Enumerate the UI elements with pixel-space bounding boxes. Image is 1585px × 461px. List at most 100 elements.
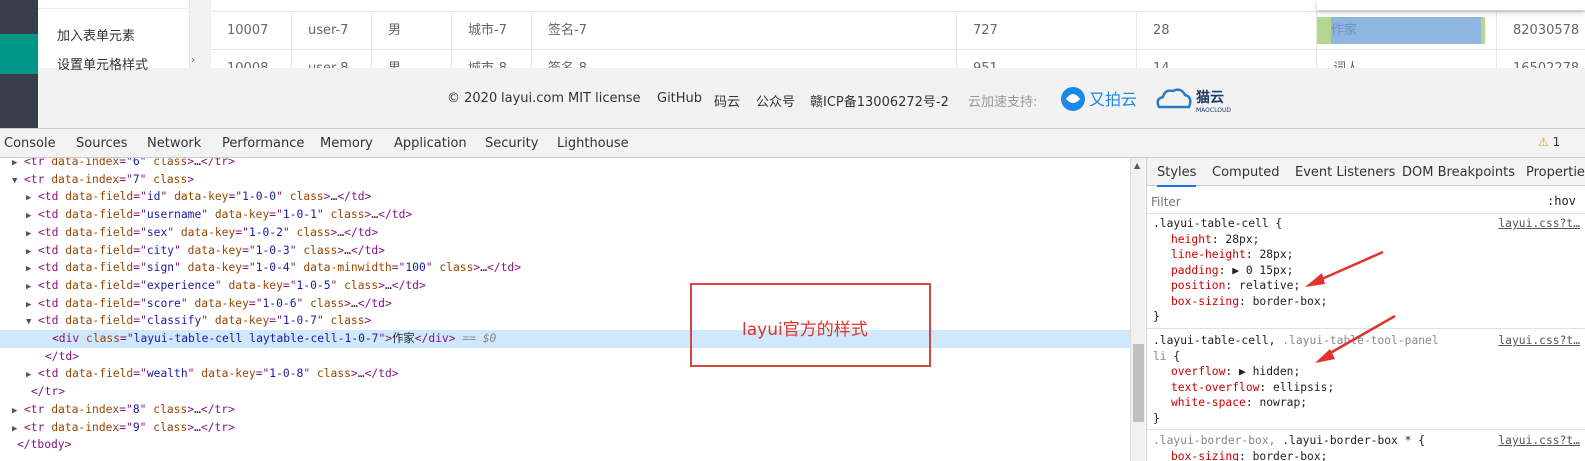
token-val: classify <box>146 314 202 328</box>
tab-security[interactable]: Security <box>485 136 538 151</box>
token-tag: " <box>201 208 215 222</box>
token-attr: data-field <box>65 243 134 257</box>
dom-node[interactable]: ▶ <td data-field="city" data-key="1-0-3" … <box>0 242 1130 260</box>
cell-experience: 727 <box>956 12 1136 50</box>
token-attr: data-key <box>201 367 256 381</box>
footer-github-link[interactable]: GitHub <box>657 91 702 106</box>
dom-node[interactable]: ▶ <td data-field="sign" data-key="1-0-4" … <box>0 259 1130 277</box>
highlighted-cell-text: 作家 <box>1331 23 1358 38</box>
token-attr: class <box>344 278 379 292</box>
token-tag: <div <box>52 332 87 345</box>
maocloud-logo[interactable]: 猫云 MAOCLOUD <box>1155 85 1245 115</box>
footer-gitee-link[interactable]: 码云 <box>714 91 740 110</box>
token-tag: > <box>323 190 331 204</box>
token-val: 1-0-3 <box>255 243 290 257</box>
dom-node[interactable]: ▶ <td data-field="username" data-key="1-0… <box>0 206 1130 224</box>
nav-item-add-form[interactable]: 加入表单元素 <box>57 25 135 44</box>
tab-performance[interactable]: Performance <box>222 136 304 151</box>
token-tag: > <box>378 278 385 292</box>
token-tag: " <box>139 158 154 168</box>
dom-node[interactable]: </tbody> <box>0 436 1130 454</box>
nav-item-cell-style[interactable]: 设置单元格样式 <box>57 54 148 73</box>
token-tag: <td <box>38 296 66 310</box>
tab-memory[interactable]: Memory <box>320 136 373 151</box>
dom-node[interactable]: ▶ <td data-field="experience" data-key="1… <box>0 277 1130 295</box>
table-row[interactable]: 10008 user-8 男 城市-8 签名-8 951 14 词人 16502… <box>211 49 1585 68</box>
token-tag: =" <box>269 208 283 222</box>
page-footer: © 2020 layui.com MIT license GitHub 码云 公… <box>190 68 1585 128</box>
dom-node[interactable]: ▶ <td data-field="sex" data-key="1-0-2" c… <box>0 224 1130 242</box>
footer-site-link[interactable]: layui.com <box>501 91 564 106</box>
tab-lighthouse[interactable]: Lighthouse <box>557 136 629 151</box>
scroll-up-icon[interactable]: ▲ <box>1134 161 1140 170</box>
token-val: username <box>146 208 202 222</box>
tab-sources[interactable]: Sources <box>76 136 127 151</box>
token-attr: class <box>310 296 345 310</box>
token-tag: =" <box>120 332 134 345</box>
cell-sex: 男 <box>371 50 451 68</box>
token-attr: class <box>316 367 351 381</box>
footer-icp-link[interactable]: 赣ICP备13006272号-2 <box>810 91 949 110</box>
dom-node[interactable]: ▶ <td data-field="wealth" data-key="1-0-8… <box>0 365 1130 383</box>
annotation-arrows <box>1305 250 1396 363</box>
dom-node[interactable]: ▶ <tr data-index="8" class>…</tr> <box>0 401 1130 419</box>
dom-node[interactable]: </tr> <box>0 383 1130 401</box>
token-tag: =" <box>133 190 147 204</box>
dom-node[interactable]: ▼ <tr data-index="7" class> <box>0 171 1130 189</box>
token-tag: =" <box>133 261 147 275</box>
elements-scrollbar[interactable]: ▲ <box>1130 158 1145 461</box>
token-tag: </tr> <box>200 420 235 434</box>
tab-application[interactable]: Application <box>394 136 467 151</box>
token-tag: <td <box>38 190 66 204</box>
token-tag: =" <box>133 367 147 381</box>
dom-node[interactable]: </td> <box>0 348 1130 366</box>
token-tag: </tr> <box>31 385 66 399</box>
tab-console[interactable]: Console <box>4 136 56 151</box>
selected-dom-node[interactable]: <div class="layui-table-cell laytable-ce… <box>0 330 1130 348</box>
dom-node[interactable]: ▶ <td data-field="score" data-key="1-0-6"… <box>0 295 1130 313</box>
dom-node[interactable]: ▶ <tr data-index="6" class>…</tr> <box>0 158 1130 171</box>
token-tag: <td <box>38 367 66 381</box>
cell-sign: 签名-8 <box>531 50 956 68</box>
token-tag: > <box>187 172 195 186</box>
token-txtc: … <box>344 243 351 257</box>
token-tag: =" <box>133 225 147 239</box>
token-tag: " <box>174 243 188 257</box>
token-attr: data-key <box>187 261 243 275</box>
footer-cdn-label: 云加速支持: <box>968 95 1038 110</box>
active-nav-indicator <box>0 34 38 74</box>
token-tag: =" <box>248 296 263 310</box>
cell-score: 14 <box>1136 50 1316 68</box>
screen: 加入表单元素 设置单元格样式 › 10007 user-7 男 城市-7 签名-… <box>0 0 1585 461</box>
footer-wechat-link[interactable]: 公众号 <box>756 91 795 110</box>
maocloud-label: 猫云 <box>1196 89 1224 106</box>
token-tag: > <box>344 296 351 310</box>
footer-license-link[interactable]: MIT license <box>568 91 641 106</box>
devtools-tabbar: Console Sources Network Performance Memo… <box>0 128 1585 158</box>
token-attr: class <box>330 208 365 222</box>
token-tag: <td <box>38 261 66 275</box>
token-val: 9 <box>132 420 140 434</box>
token-tag: =" <box>133 243 147 257</box>
dom-node[interactable]: ▶ <td data-field="id" data-key="1-0-0" cl… <box>0 188 1130 206</box>
token-tag: =" <box>133 208 147 222</box>
dom-node[interactable]: ▶ <tr data-index="9" class>…</tr> <box>0 419 1130 437</box>
token-attr: data-key <box>214 208 270 222</box>
warnings-counter[interactable]: ⚠ 1 <box>1538 135 1560 149</box>
dom-node[interactable]: ▼ <td data-field="classify" data-key="1-0… <box>0 312 1130 330</box>
token-attr: data-key <box>194 296 249 310</box>
token-tag: " <box>201 314 215 328</box>
token-val: 1-0-2 <box>248 225 283 239</box>
token-tag: " <box>276 190 290 204</box>
token-val: 1-0-7 <box>282 314 317 328</box>
upyun-label: 又拍云 <box>1089 90 1137 109</box>
tab-network[interactable]: Network <box>147 136 201 151</box>
token-tag: </td> <box>391 278 426 292</box>
inspect-tooltip <box>1317 0 1585 10</box>
scrollbar-thumb[interactable] <box>1133 344 1144 422</box>
token-tag: " <box>316 208 331 222</box>
upyun-logo[interactable]: 又拍云 <box>1060 85 1150 115</box>
token-tag: " <box>316 314 331 328</box>
token-tag: " <box>174 261 188 275</box>
token-tag: </td> <box>337 190 372 204</box>
